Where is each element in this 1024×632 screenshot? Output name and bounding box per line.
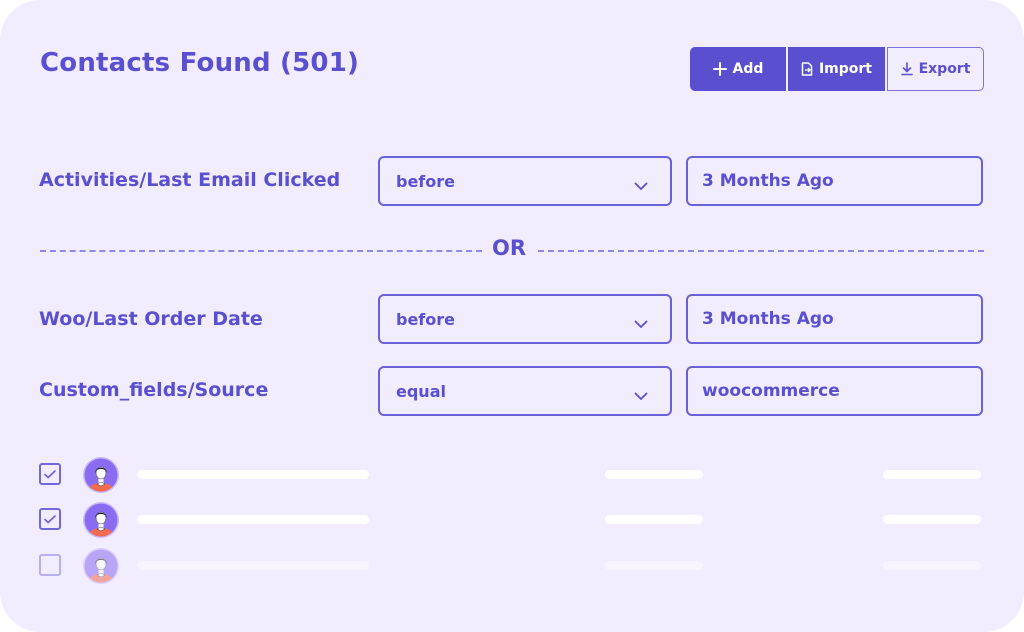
input-value: woocommerce (702, 381, 840, 401)
or-label: OR (492, 236, 527, 260)
row-checkbox[interactable] (39, 508, 61, 530)
add-button[interactable]: Add (690, 47, 786, 91)
contact-detail-placeholder (605, 470, 703, 479)
file-import-icon (801, 62, 813, 76)
contact-row[interactable] (39, 548, 984, 584)
chevron-down-icon (634, 176, 648, 195)
export-button[interactable]: Export (887, 47, 984, 91)
import-button[interactable]: Import (788, 47, 885, 91)
filter-value-input[interactable]: 3 Months Ago (686, 156, 983, 206)
contact-row[interactable] (39, 502, 984, 538)
input-value: 3 Months Ago (702, 309, 834, 329)
contact-name-placeholder (137, 561, 369, 570)
contact-detail-placeholder (605, 515, 703, 524)
select-value: equal (396, 381, 446, 401)
select-value: before (396, 309, 455, 329)
check-icon (44, 514, 56, 524)
import-button-label: Import (818, 61, 873, 77)
filter-value-input[interactable]: woocommerce (686, 366, 983, 416)
plus-icon (712, 62, 727, 76)
contact-detail-placeholder (883, 515, 981, 524)
chevron-down-icon (634, 314, 648, 333)
filter-field-label: Custom_fields/Source (39, 379, 269, 401)
export-button-label: Export (918, 61, 971, 77)
filter-value-input[interactable]: 3 Months Ago (686, 294, 983, 344)
select-value: before (396, 171, 455, 191)
row-checkbox[interactable] (39, 554, 61, 576)
check-icon (44, 469, 56, 479)
toolbar: Add Import Export (690, 47, 984, 91)
avatar (83, 502, 119, 538)
add-button-label: Add (732, 61, 764, 77)
filter-operator-select[interactable]: equal (378, 366, 672, 416)
filter-operator-select[interactable]: before (378, 156, 672, 206)
avatar (83, 457, 119, 493)
contact-detail-placeholder (883, 470, 981, 479)
divider-line (538, 250, 984, 252)
contact-detail-placeholder (605, 561, 703, 570)
contacts-panel: Contacts Found (501) Add Import Export A… (0, 0, 1024, 632)
filter-field-label: Activities/Last Email Clicked (39, 169, 341, 191)
contact-name-placeholder (137, 470, 369, 479)
chevron-down-icon (634, 386, 648, 405)
download-icon (900, 62, 913, 76)
page-title: Contacts Found (501) (40, 48, 360, 78)
filter-field-label: Woo/Last Order Date (39, 308, 263, 330)
contact-detail-placeholder (883, 561, 981, 570)
contact-row[interactable] (39, 457, 984, 493)
or-divider: OR (40, 236, 984, 264)
divider-line (40, 250, 482, 252)
filter-operator-select[interactable]: before (378, 294, 672, 344)
row-checkbox[interactable] (39, 463, 61, 485)
avatar (83, 548, 119, 584)
contact-name-placeholder (137, 515, 369, 524)
input-value: 3 Months Ago (702, 171, 834, 191)
